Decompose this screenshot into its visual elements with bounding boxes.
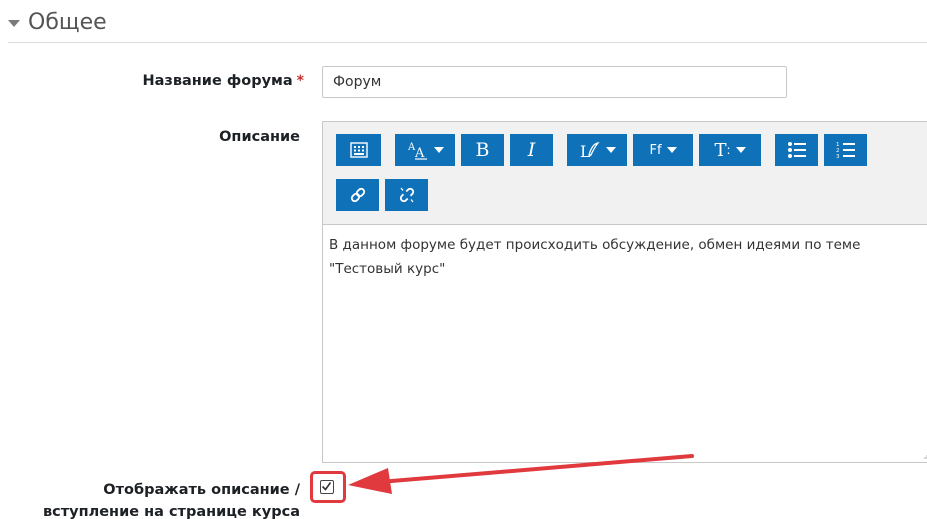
text-format-dots-icon: : [726,143,731,157]
bold-button[interactable]: B [461,134,504,166]
ordered-list-button[interactable]: 1 2 3 [824,134,867,166]
link-icon [350,187,365,203]
unlink-button[interactable] [385,179,428,211]
forum-name-value: Форум [333,74,382,90]
text-format-icon: T [714,139,727,161]
bullet-list-icon [787,142,806,158]
font-size-button[interactable]: A A [395,134,455,166]
required-asterisk-icon: * [296,73,304,89]
section-divider [8,42,927,43]
chevron-down-icon [605,147,616,153]
resize-handle-icon[interactable] [923,452,927,460]
numbered-list-icon: 1 2 3 [836,142,855,159]
annotation-arrow-icon [348,454,694,494]
font-family-icon: Ff [649,142,662,158]
show-description-label: Отображать описание / вступление на стра… [20,479,300,519]
font-size-icon: A A [407,142,427,160]
keyboard-icon [349,142,368,158]
chevron-down-icon [666,147,677,153]
description-editor[interactable]: A A B I L Ff T: 1 2 3 В данном форуме б… [322,121,927,463]
text-format-button[interactable]: T : [699,134,761,166]
svg-text:A: A [414,146,425,160]
italic-icon: I [527,139,536,161]
svg-text:3: 3 [836,154,840,159]
editor-content-area[interactable]: В данном форуме будет происходить обсужд… [323,225,927,289]
chevron-down-icon [735,147,746,153]
link-button[interactable] [336,179,379,211]
show-description-label-line: Отображать описание / [103,482,300,498]
show-description-label-line: вступление на странице курса [42,504,300,519]
section-title: Общее [28,9,107,35]
triangle-down-icon[interactable] [8,19,20,27]
forum-name-label-text: Название форума [142,73,293,89]
unlink-icon [399,187,414,203]
toolbar-toggle-button[interactable] [336,134,381,166]
editor-content-line: В данном форуме будет происходить обсужд… [329,237,861,253]
section-header-general[interactable]: Общее [8,6,107,38]
editor-toolbar: A A B I L Ff T: 1 2 3 [323,122,927,225]
forum-name-input[interactable]: Форум [322,66,787,98]
checkmark-icon [321,482,332,491]
chevron-down-icon [433,147,444,153]
italic-button[interactable]: I [510,134,553,166]
font-family-button[interactable]: Ff [633,134,693,166]
unordered-list-button[interactable] [775,134,818,166]
editor-content-line: "Тестовый курс" [329,261,446,277]
paragraph-styles-button[interactable]: L [567,134,627,166]
forum-name-label: Название форума * [142,73,304,89]
bold-icon: B [475,139,490,161]
text-style-icon: L [580,142,600,160]
forum-settings-page: Общее Название форума * Форум Описание A… [0,0,927,519]
show-description-checkbox[interactable] [320,480,334,494]
svg-text:L: L [580,142,591,160]
description-label: Описание [219,129,300,145]
